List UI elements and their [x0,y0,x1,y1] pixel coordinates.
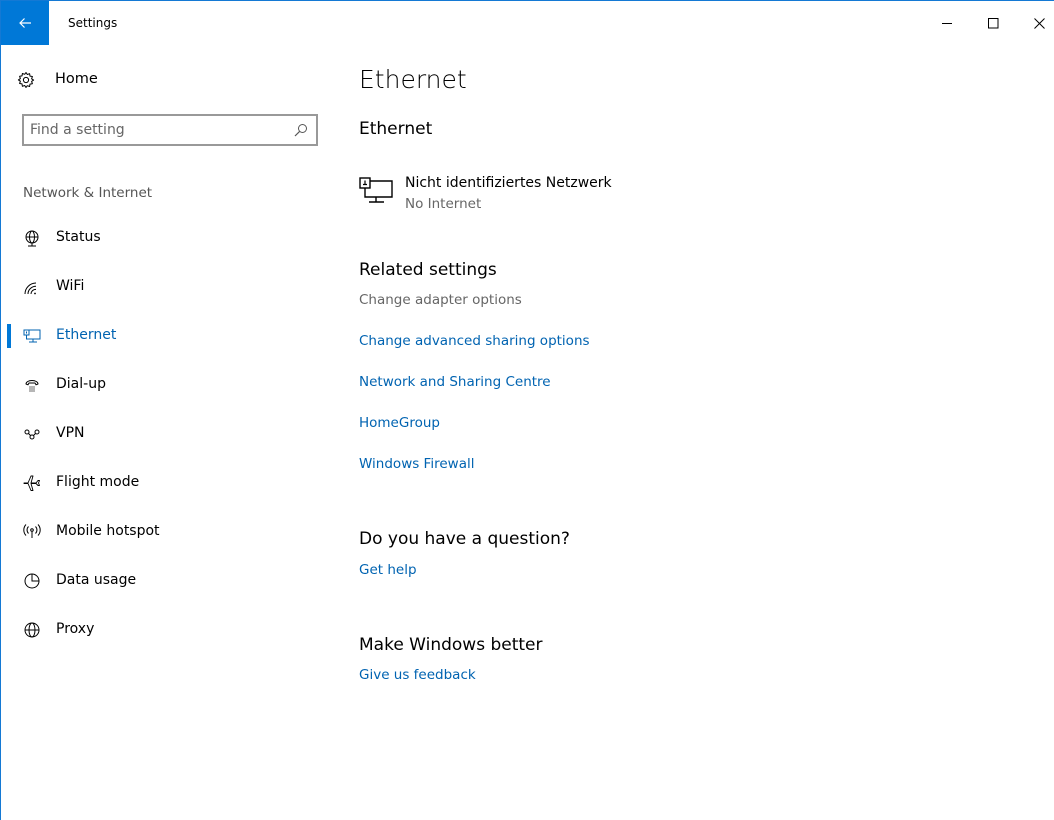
network-sharing-centre-link[interactable]: Network and Sharing Centre [359,374,551,390]
sidebar-item-data-usage[interactable]: Data usage [1,561,331,601]
ethernet-network-icon [359,177,393,203]
network-status: No Internet [405,196,482,212]
window-title: Settings [68,16,118,30]
main-content: Ethernet Ethernet Nicht identifiziertes … [359,45,1039,820]
related-settings-title: Related settings [359,260,497,280]
data-usage-icon [24,573,40,589]
sidebar-item-label: Data usage [56,572,137,588]
hotspot-icon [23,524,41,538]
change-adapter-options-link[interactable]: Change adapter options [359,292,522,308]
sidebar-item-label: Proxy [56,621,95,637]
proxy-globe-icon [24,622,40,638]
sidebar-item-wifi[interactable]: WiFi [1,267,331,307]
airplane-icon [23,475,40,491]
sidebar-item-status[interactable]: Status [1,218,331,258]
section-label: Network & Internet [23,185,153,201]
sidebar-item-ethernet[interactable]: Ethernet [1,316,331,356]
give-feedback-link[interactable]: Give us feedback [359,667,476,683]
status-globe-icon [25,230,39,247]
page-title: Ethernet [359,65,467,94]
sidebar-item-label: Ethernet [56,327,117,343]
sidebar-item-label: WiFi [56,278,85,294]
vpn-icon [24,429,40,440]
sidebar-item-mobile-hotspot[interactable]: Mobile hotspot [1,512,331,552]
close-button[interactable] [1016,1,1054,45]
sidebar-item-dialup[interactable]: Dial-up [1,365,331,405]
sidebar-item-vpn[interactable]: VPN [1,414,331,454]
back-arrow-icon [19,18,31,28]
network-item[interactable]: Nicht identifiziertes Netzwerk No Intern… [359,173,719,213]
network-name: Nicht identifiziertes Netzwerk [405,175,612,191]
sidebar-item-label: Status [56,229,101,245]
sidebar-item-label: Flight mode [56,474,140,490]
back-button[interactable] [1,1,49,45]
home-label: Home [55,71,98,87]
wifi-icon [24,282,37,295]
sidebar: Home Network & Internet Status [1,45,341,820]
active-indicator [7,324,11,348]
close-icon [1033,17,1045,29]
maximize-button[interactable] [970,1,1016,45]
minimize-icon [941,22,952,24]
question-title: Do you have a question? [359,529,570,549]
search-input[interactable] [30,121,280,139]
homegroup-link[interactable]: HomeGroup [359,415,440,431]
get-help-link[interactable]: Get help [359,562,417,578]
gear-icon [17,72,35,88]
sidebar-item-label: VPN [56,425,85,441]
sidebar-item-proxy[interactable]: Proxy [1,610,331,650]
windows-firewall-link[interactable]: Windows Firewall [359,456,474,472]
section-title: Ethernet [359,119,433,139]
ethernet-icon [23,329,41,343]
sidebar-item-label: Mobile hotspot [56,523,160,539]
search-box[interactable] [22,114,318,146]
change-advanced-sharing-link[interactable]: Change advanced sharing options [359,333,590,349]
minimize-button[interactable] [924,1,970,45]
title-bar: Settings [1,1,1054,45]
search-icon[interactable] [294,123,308,137]
feedback-title: Make Windows better [359,635,543,655]
settings-window: Settings Home Find a setting Network & I… [0,0,1054,820]
home-link[interactable]: Home [1,67,331,93]
sidebar-item-flight-mode[interactable]: Flight mode [1,463,331,503]
maximize-icon [987,17,998,28]
dialup-icon [25,380,39,392]
sidebar-item-label: Dial-up [56,376,106,392]
